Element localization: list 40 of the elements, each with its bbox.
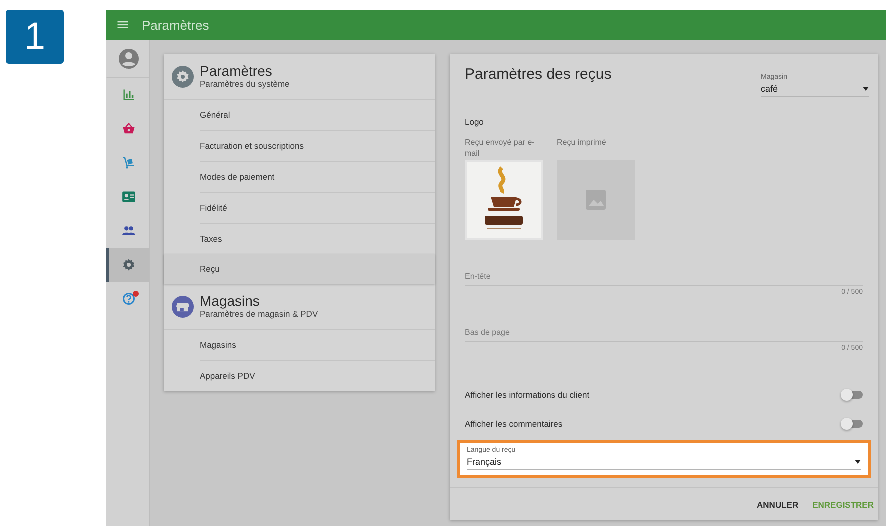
cancel-button[interactable]: ANNULER (757, 498, 799, 512)
menu-item[interactable]: Général (200, 100, 435, 130)
image-icon (586, 190, 606, 210)
store-icon (172, 296, 194, 318)
section-title: Magasins (200, 294, 261, 309)
bar-chart-icon (122, 88, 136, 102)
logo-label: Reçu envoyé par e-mail (465, 137, 536, 159)
step-badge: 1 (6, 10, 64, 64)
id-card-icon (122, 190, 136, 204)
caret-icon (863, 87, 869, 91)
toggle-label: Afficher les informations du client (465, 390, 590, 400)
hand-truck-icon (122, 156, 136, 170)
section-title: Paramètres (200, 64, 274, 79)
image-upload-button[interactable] (465, 160, 543, 240)
menu-item[interactable]: Appareils PDV (200, 361, 435, 391)
toggle-label: Afficher les commentaires (465, 418, 563, 428)
text-field[interactable]: Bas de page (465, 328, 863, 342)
menu-item[interactable]: Taxes (200, 224, 435, 254)
account-icon (117, 46, 141, 70)
caret-icon (855, 460, 861, 464)
toggle-switch[interactable] (841, 418, 863, 430)
panel-title: Paramètres des reçus (465, 66, 612, 85)
settings-icon (172, 66, 194, 88)
app-title: Paramètres (142, 18, 210, 32)
menu-item[interactable]: Fidélité (200, 193, 435, 223)
menu-item[interactable]: Modes de paiement (200, 162, 435, 192)
menu-item[interactable]: Facturation et souscriptions (200, 131, 435, 161)
logo-heading: Logo (465, 117, 485, 127)
people-icon (122, 224, 136, 238)
logo-label: Reçu imprimé (557, 137, 608, 149)
basket-icon (122, 122, 136, 136)
help-icon (122, 292, 136, 306)
text-field[interactable]: En-tête (465, 272, 863, 286)
sidebar-button[interactable] (106, 248, 149, 282)
menu-item[interactable]: Magasins (200, 330, 435, 360)
toggle-switch[interactable] (841, 388, 863, 400)
menu-item[interactable]: Reçu (164, 254, 435, 284)
section-subtitle: Paramètres du système (200, 79, 290, 89)
settings-icon (122, 258, 136, 272)
section-subtitle: Paramètres de magasin & PDV (200, 309, 318, 319)
